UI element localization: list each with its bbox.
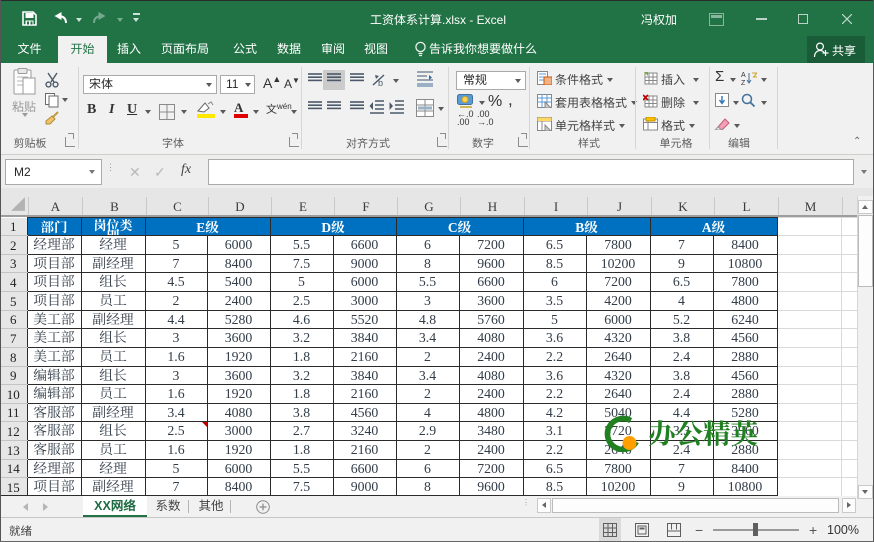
svg-text:b: b <box>378 78 383 88</box>
svg-text:办公精英: 办公精英 <box>648 412 758 452</box>
svg-text:A: A <box>741 72 746 79</box>
svg-text:Z: Z <box>741 80 746 86</box>
